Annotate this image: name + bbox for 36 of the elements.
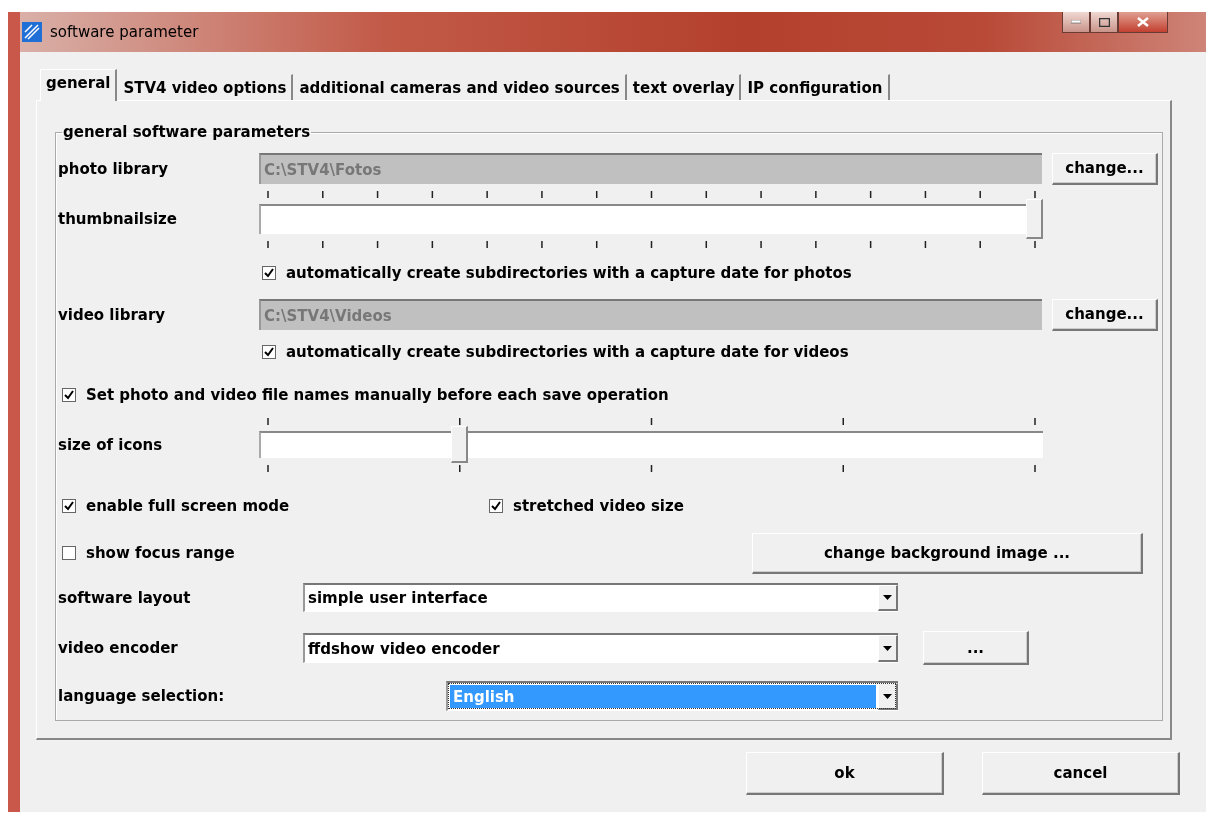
checkbox-label: Set photo and video file names manually before each save operation (86, 386, 669, 404)
field-label: video library (58, 305, 167, 324)
field-label: software layout (58, 588, 192, 607)
close-icon (1137, 17, 1149, 27)
dialog-button[interactable]: cancel (982, 752, 1180, 795)
slider-thumb[interactable] (450, 426, 468, 463)
group-title: general software parameters (62, 123, 312, 141)
background-image-button[interactable]: change background image ... (752, 532, 1143, 574)
minimize-button[interactable] (1062, 12, 1090, 33)
change-button[interactable]: change... (1052, 152, 1158, 185)
field-label: video encoder (58, 639, 179, 657)
slider-label: size of icons (58, 435, 164, 454)
field-label: photo library (58, 159, 170, 178)
checkbox[interactable] (62, 546, 76, 560)
checkbox-label: automatically create subdirectories with a capture date for photos (286, 264, 852, 282)
dropdown[interactable]: simple user interface (303, 583, 898, 612)
slider-label: thumbnailsize (58, 210, 178, 228)
change-button[interactable]: change... (1052, 298, 1158, 331)
tab[interactable]: general (40, 69, 118, 101)
window-title: software parameter (50, 23, 199, 41)
dialog-button[interactable]: ok (746, 752, 944, 795)
checkbox-label: automatically create subdirectories with a capture date for videos (286, 343, 849, 361)
checkbox-label: stretched video size (513, 497, 684, 515)
minimize-icon (1071, 20, 1081, 24)
app-icon (22, 22, 42, 42)
icon-size-slider[interactable] (259, 426, 1043, 463)
slider-thumb[interactable] (1026, 199, 1043, 239)
dropdown[interactable]: ffdshow video encoder (303, 633, 898, 663)
close-button[interactable] (1118, 12, 1168, 33)
maximize-icon (1098, 17, 1110, 27)
maximize-button[interactable] (1090, 12, 1118, 33)
checkbox-label: enable full screen mode (86, 497, 291, 515)
thumbnail-slider[interactable] (259, 199, 1043, 239)
checkbox-label: show focus range (86, 544, 236, 562)
encoder-settings-button[interactable]: ... (923, 631, 1029, 665)
field-label: language selection: (58, 687, 226, 705)
